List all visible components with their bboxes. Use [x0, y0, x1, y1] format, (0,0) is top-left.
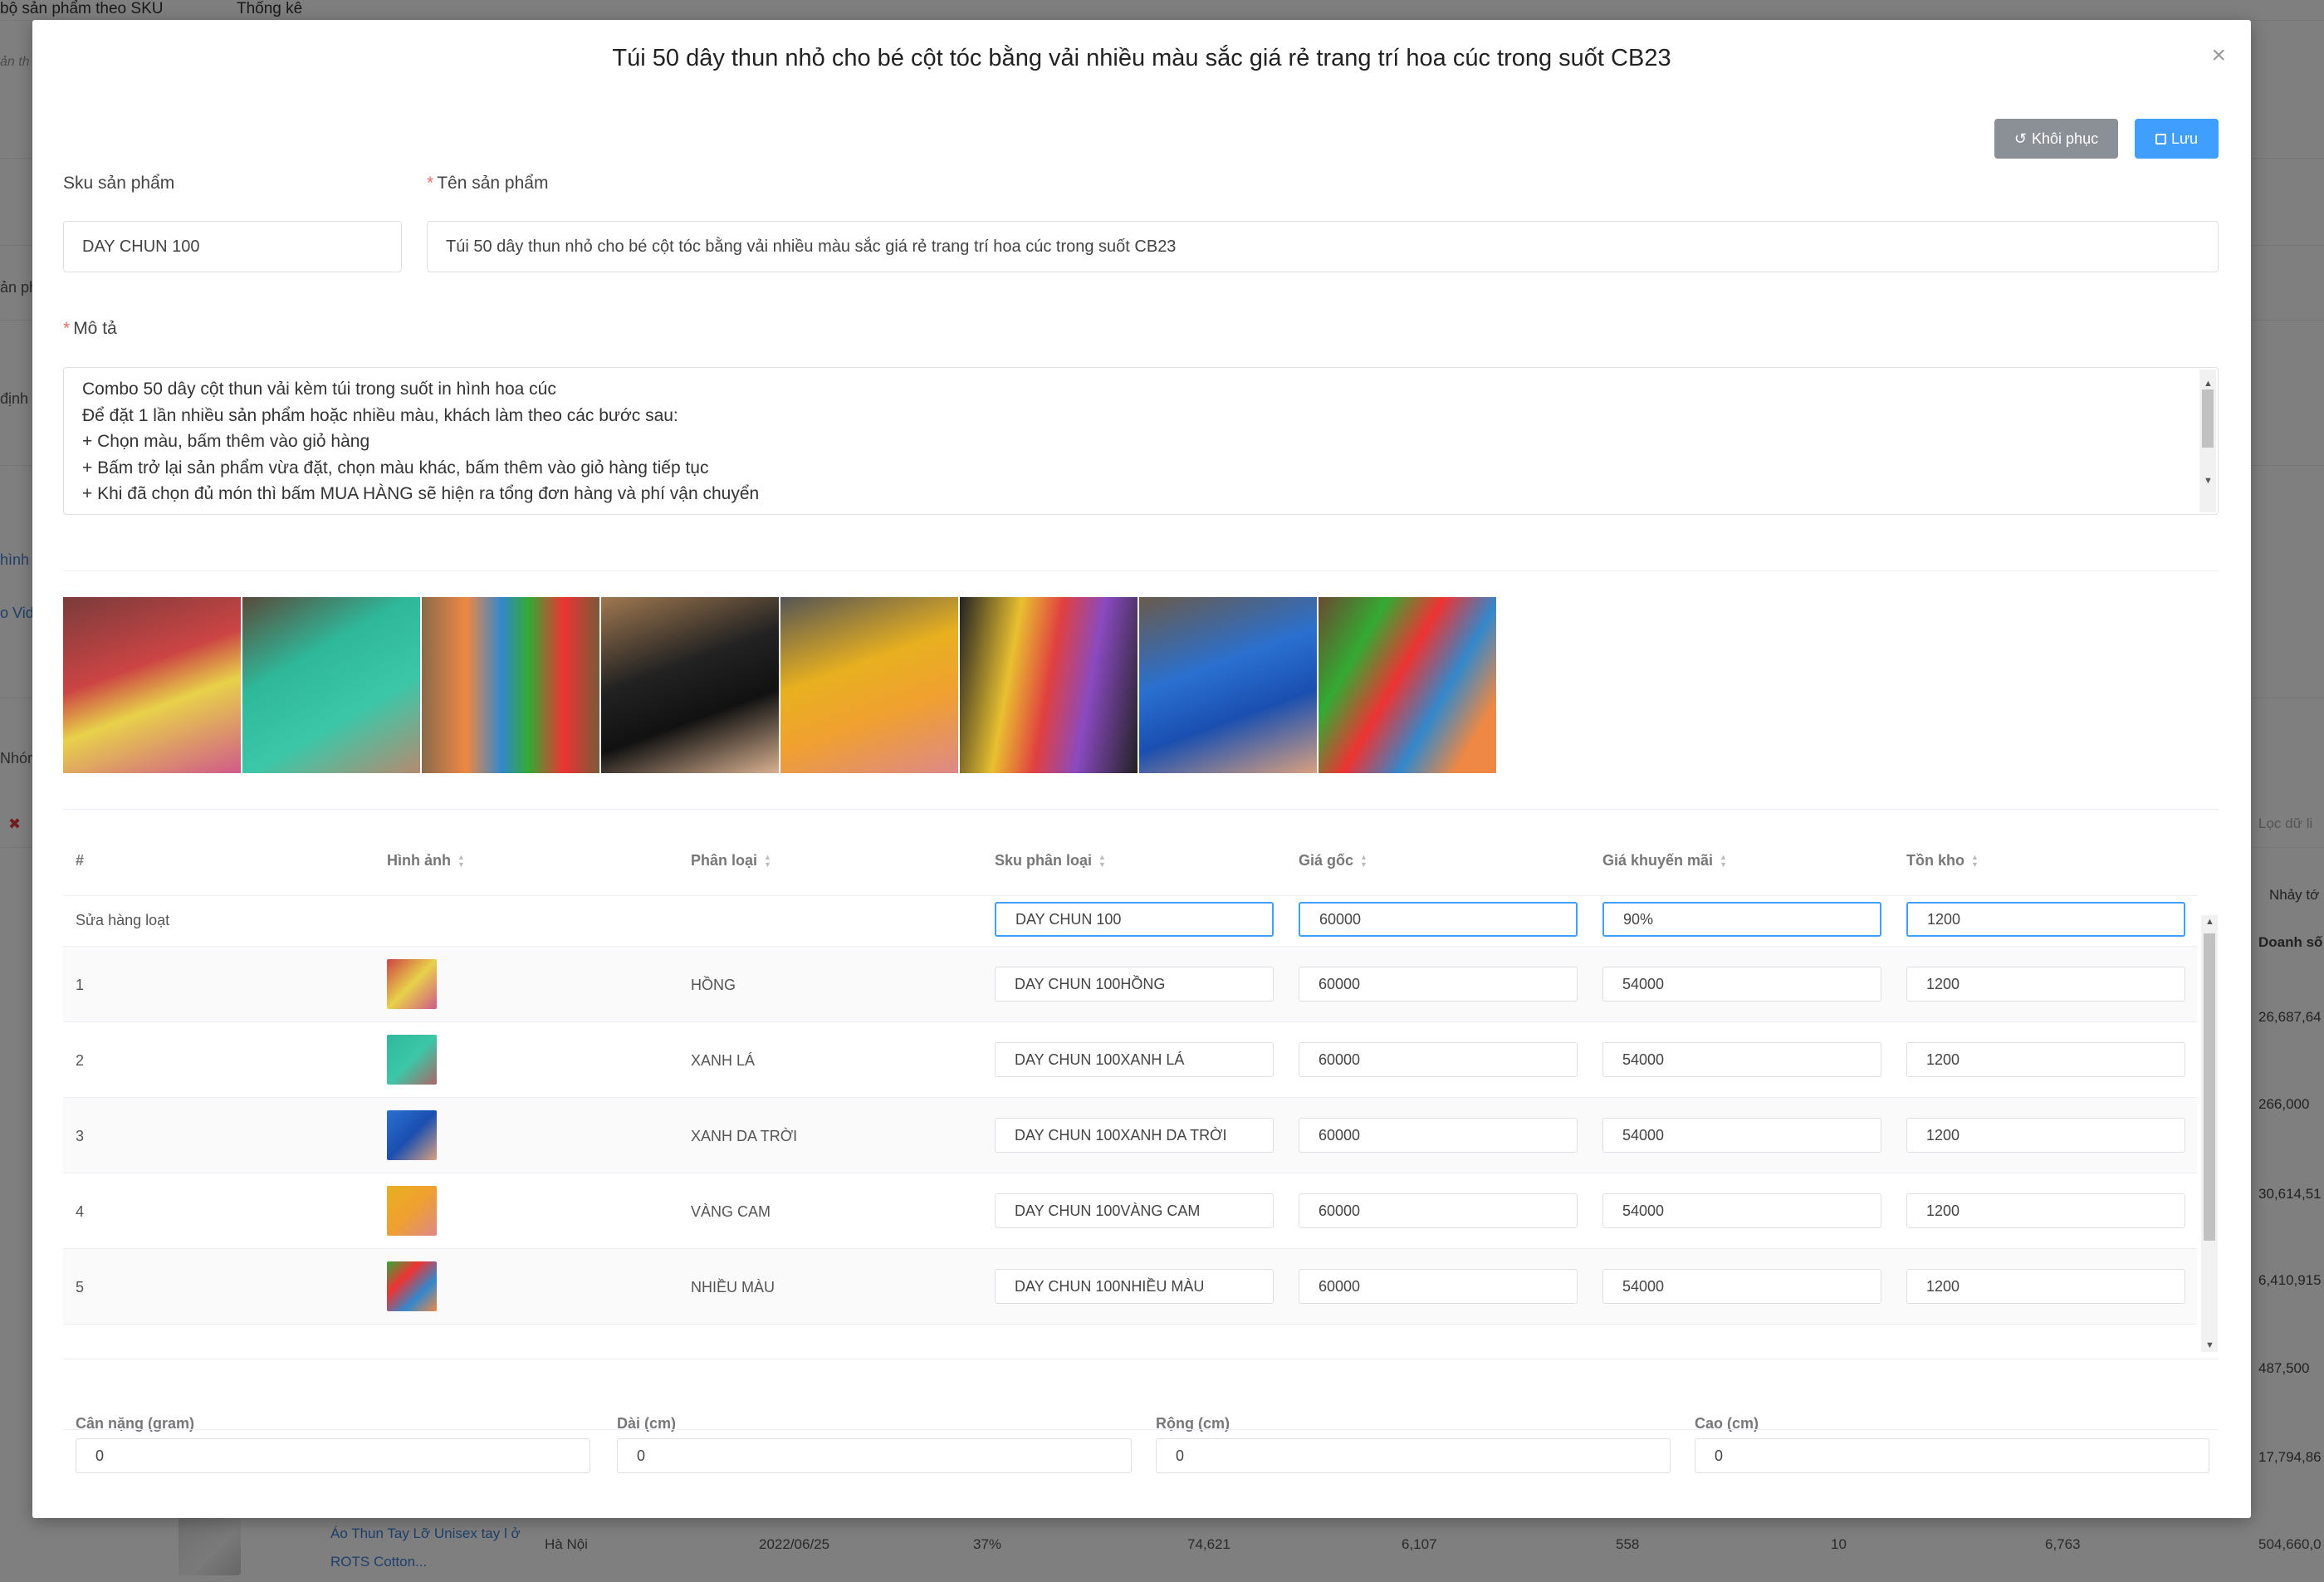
variant-sku-input[interactable]: DAY CHUN 100NHIỀU MÀU [995, 1269, 1274, 1304]
scroll-down-icon[interactable]: ▼ [2204, 468, 2213, 495]
product-image[interactable] [780, 597, 958, 773]
bulk-stock-input[interactable]: 1200 [1906, 902, 2185, 937]
variant-name: VÀNG CAM [691, 1203, 771, 1220]
table-scrollbar[interactable]: ▲ ▼ [2201, 915, 2218, 1352]
column-header-sku[interactable]: Sku phân loại ▲ ▼ [995, 852, 1106, 869]
variant-stock-input[interactable]: 1200 [1906, 1269, 2185, 1304]
restore-button[interactable]: ↺ Khôi phục [1994, 119, 2118, 159]
variant-stock-input[interactable]: 1200 [1906, 1118, 2185, 1153]
column-header-variant[interactable]: Phân loại ▲ ▼ [691, 852, 771, 869]
table-row: 1 HỒNG DAY CHUN 100HỒNG 60000 54000 1200 [63, 947, 2197, 1022]
scroll-down-icon[interactable]: ▼ [2205, 1340, 2214, 1350]
name-label: * Tên sản phẩm [427, 174, 549, 193]
variant-name: NHIỀU MÀU [691, 1279, 775, 1295]
variant-stock-input[interactable]: 1200 [1906, 1042, 2185, 1077]
bulk-price-input[interactable]: 60000 [1299, 902, 1578, 937]
row-index: 3 [76, 1128, 85, 1144]
row-index: 2 [76, 1052, 85, 1069]
description-label: * Mô tả [63, 319, 117, 338]
scroll-up-icon[interactable]: ▲ [2205, 917, 2214, 927]
column-header-index: # [76, 852, 85, 869]
sort-icon: ▲ ▼ [1720, 852, 1727, 869]
length-input[interactable]: 0 [617, 1438, 1132, 1473]
variant-sku-input[interactable]: DAY CHUN 100XANH DA TRỜI [995, 1118, 1274, 1153]
bulk-sku-input[interactable]: DAY CHUN 100 [995, 902, 1274, 937]
product-edit-modal: Túi 50 dây thun nhỏ cho bé cột tóc bằng … [32, 20, 2251, 1518]
sku-input[interactable]: DAY CHUN 100 [63, 221, 402, 272]
product-image-gallery [63, 597, 1496, 773]
variant-sale-input[interactable]: 54000 [1602, 1193, 1881, 1228]
description-line: + Chọn màu, bấm thêm vào giỏ hàng [82, 432, 370, 451]
save-button[interactable]: Lưu [2135, 119, 2219, 159]
product-name-input[interactable]: Túi 50 dây thun nhỏ cho bé cột tóc bằng … [427, 221, 2219, 272]
textarea-scrollbar[interactable]: ▲ ▼ [2199, 370, 2216, 512]
sort-icon: ▲ ▼ [1971, 852, 1979, 869]
product-image[interactable] [960, 597, 1138, 773]
variant-thumbnail[interactable] [387, 1261, 437, 1311]
product-image[interactable] [422, 597, 599, 773]
bulk-edit-row: Sửa hàng loạt DAY CHUN 100 60000 90% 120… [63, 895, 2197, 947]
variant-thumbnail[interactable] [387, 1186, 437, 1236]
product-image[interactable] [1139, 597, 1317, 773]
variant-sale-input[interactable]: 54000 [1602, 967, 1881, 1002]
modal-title: Túi 50 dây thun nhỏ cho bé cột tóc bằng … [612, 45, 1671, 71]
product-image[interactable] [242, 597, 420, 773]
bulk-edit-label: Sửa hàng loạt [76, 912, 170, 928]
save-label: Lưu [2170, 130, 2199, 147]
column-header-sale-price[interactable]: Giá khuyến mãi ▲ ▼ [1602, 852, 1727, 869]
description-line: + Khi đã chọn đủ món thì bấm MUA HÀNG sẽ… [82, 484, 760, 503]
variant-sale-input[interactable]: 54000 [1602, 1042, 1881, 1077]
table-row: 5 NHIỀU MÀU DAY CHUN 100NHIỀU MÀU 60000 … [63, 1249, 2197, 1325]
weight-input[interactable]: 0 [76, 1438, 590, 1473]
sku-label: Sku sản phẩm [63, 174, 175, 193]
sort-icon: ▲ ▼ [1360, 852, 1367, 869]
width-input[interactable]: 0 [1156, 1438, 1671, 1473]
sort-icon: ▲ ▼ [1098, 852, 1106, 869]
variant-price-input[interactable]: 60000 [1299, 967, 1578, 1002]
product-image[interactable] [601, 597, 779, 773]
description-textarea[interactable]: Combo 50 dây cột thun vải kèm túi trong … [63, 367, 2219, 515]
product-image[interactable] [63, 597, 241, 773]
variant-sku-input[interactable]: DAY CHUN 100HỒNG [995, 967, 1274, 1002]
row-index: 4 [76, 1203, 85, 1220]
variant-name: XANH DA TRỜI [691, 1128, 798, 1144]
product-image[interactable] [1319, 597, 1496, 773]
variants-table: # Hình ảnh ▲ ▼ Phân loại ▲ ▼ Sku phân loại ▲ ▼… [63, 830, 2219, 1354]
variant-sku-input[interactable]: DAY CHUN 100VÀNG CAM [995, 1193, 1274, 1228]
description-line: Combo 50 dây cột thun vải kèm túi trong … [82, 380, 556, 399]
column-header-price[interactable]: Giá gốc ▲ ▼ [1299, 852, 1367, 869]
description-line: + Bấm trở lại sản phẩm vừa đặt, chọn màu… [82, 458, 709, 478]
table-row: 3 XANH DA TRỜI DAY CHUN 100XANH DA TRỜI … [63, 1098, 2197, 1173]
table-row: 4 VÀNG CAM DAY CHUN 100VÀNG CAM 60000 54… [63, 1173, 2197, 1249]
variant-stock-input[interactable]: 1200 [1906, 967, 2185, 1002]
variant-sku-input[interactable]: DAY CHUN 100XANH LÁ [995, 1042, 1274, 1077]
row-index: 5 [76, 1279, 85, 1295]
restore-label: Khôi phục [2032, 130, 2099, 147]
bulk-sale-input[interactable]: 90% [1602, 902, 1881, 937]
description-line: Để đặt 1 lần nhiều sản phẩm hoặc nhiều m… [82, 405, 678, 425]
variant-name: XANH LÁ [691, 1052, 756, 1069]
variant-thumbnail[interactable] [387, 959, 437, 1009]
undo-icon: ↺ [2013, 130, 2028, 147]
variant-sale-input[interactable]: 54000 [1602, 1269, 1881, 1304]
sort-icon: ▲ ▼ [457, 852, 465, 869]
variant-price-input[interactable]: 60000 [1299, 1269, 1578, 1304]
variant-name: HỒNG [691, 977, 736, 993]
variant-price-input[interactable]: 60000 [1299, 1193, 1578, 1228]
height-input[interactable]: 0 [1695, 1438, 2209, 1473]
variant-price-input[interactable]: 60000 [1299, 1118, 1578, 1153]
row-index: 1 [76, 977, 85, 993]
variant-stock-input[interactable]: 1200 [1906, 1193, 2185, 1228]
sort-icon: ▲ ▼ [764, 852, 771, 869]
variant-thumbnail[interactable] [387, 1035, 437, 1085]
table-row: 2 XANH LÁ DAY CHUN 100XANH LÁ 60000 5400… [63, 1022, 2197, 1098]
column-header-image[interactable]: Hình ảnh ▲ ▼ [387, 852, 465, 869]
variant-sale-input[interactable]: 54000 [1602, 1118, 1881, 1153]
column-header-stock[interactable]: Tồn kho ▲ ▼ [1906, 852, 1979, 869]
variant-thumbnail[interactable] [387, 1110, 437, 1160]
variant-price-input[interactable]: 60000 [1299, 1042, 1578, 1077]
close-icon[interactable]: × [2211, 43, 2226, 68]
floppy-disk-icon [2155, 133, 2166, 144]
